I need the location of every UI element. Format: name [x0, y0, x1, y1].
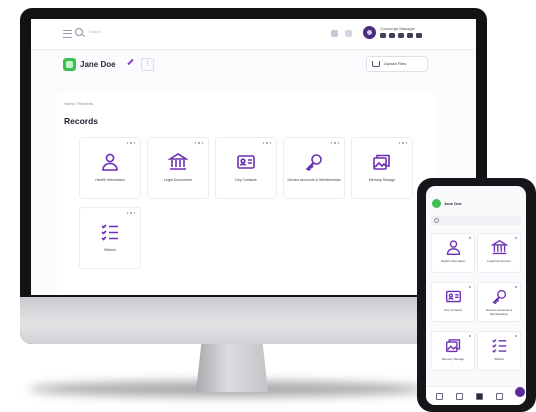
tile-key-contacts[interactable]: Key Contacts: [215, 137, 277, 199]
phone-bottom-nav: [426, 386, 526, 405]
phone-tile-legal-documents[interactable]: Legal Documents: [477, 233, 521, 273]
user-badge-icon: [63, 58, 76, 71]
nav-tasks-icon[interactable]: [496, 393, 503, 400]
bank-icon: [491, 239, 508, 255]
phone-fab-button[interactable]: [515, 387, 525, 397]
chat-icon[interactable]: [407, 33, 413, 38]
tile-menu-icon[interactable]: [469, 335, 471, 337]
user-quick-icons: [380, 33, 432, 39]
breadcrumb[interactable]: Home / Records: [64, 101, 93, 106]
user-badge-icon: [432, 199, 441, 208]
tile-menu-icon[interactable]: [263, 142, 271, 145]
search-input[interactable]: Search: [89, 29, 102, 34]
phone-screen: Jane Doe Health Information Legal Docume…: [426, 186, 526, 405]
tile-menu-icon[interactable]: [469, 237, 471, 239]
search-icon[interactable]: [75, 28, 83, 36]
phone-icon[interactable]: [380, 33, 386, 38]
desktop-screen: Search Concierge Manager Jane Doe ⋮ Uplo…: [31, 19, 476, 295]
tile-wishes[interactable]: Wishes: [79, 207, 141, 269]
mail-icon[interactable]: [389, 33, 395, 38]
phone-tile-wishes[interactable]: Wishes: [477, 331, 521, 371]
tile-menu-icon[interactable]: [515, 286, 517, 288]
tile-label: Memory Storage: [368, 178, 396, 182]
tile-menu-icon[interactable]: [195, 142, 203, 145]
tile-label: Health Information: [440, 259, 466, 263]
tile-menu-icon[interactable]: [399, 142, 407, 145]
photos-icon: [373, 154, 390, 170]
edit-icon[interactable]: [127, 58, 134, 66]
nav-records-icon[interactable]: [456, 393, 463, 400]
tile-label: Key Contacts: [235, 178, 257, 182]
tile-menu-icon[interactable]: [515, 335, 517, 337]
phone-tile-key-contacts[interactable]: Key Contacts: [431, 282, 475, 322]
tile-menu-icon[interactable]: [515, 237, 517, 239]
notifications-icon[interactable]: [345, 30, 352, 37]
phone-tile-service-accounts[interactable]: Service Accounts & Memberships: [477, 282, 521, 322]
tile-menu-icon[interactable]: [127, 142, 135, 145]
top-bar: Search Concierge Manager: [31, 19, 476, 50]
records-panel: Home / Records Records Health Informatio…: [57, 93, 436, 295]
contact-card-icon: [446, 290, 461, 303]
search-icon: [434, 218, 439, 223]
tile-label: Memory Storage: [441, 357, 465, 361]
nav-home-icon[interactable]: [436, 393, 443, 400]
page-header: Jane Doe ⋮ Upload Files: [31, 51, 476, 81]
tile-label: Health Information: [95, 178, 125, 182]
checklist-icon: [492, 339, 507, 353]
tile-label: Service Accounts & Memberships: [287, 178, 341, 182]
tile-memory-storage[interactable]: Memory Storage: [351, 137, 413, 199]
nav-storage-icon[interactable]: [476, 393, 483, 400]
page-title: Jane Doe: [80, 60, 116, 69]
bank-icon: [168, 153, 188, 170]
section-title: Records: [64, 116, 99, 126]
bell-icon[interactable]: [416, 33, 422, 38]
upload-files-button[interactable]: Upload Files: [366, 56, 428, 72]
tile-label: Wishes: [104, 248, 116, 252]
phone-search-input[interactable]: [431, 216, 521, 225]
person-icon: [102, 153, 118, 171]
phone-page-title: Jane Doe: [444, 201, 462, 206]
tile-menu-icon[interactable]: [469, 286, 471, 288]
more-options-button[interactable]: ⋮: [141, 58, 154, 71]
user-display-name: Concierge Manager: [380, 26, 416, 31]
checklist-icon: [101, 224, 118, 241]
tile-label: Wishes: [494, 357, 504, 361]
settings-icon[interactable]: [331, 30, 338, 37]
tile-label: Legal Documents: [164, 178, 192, 182]
phone-tile-health-information[interactable]: Health Information: [431, 233, 475, 273]
menu-icon[interactable]: [63, 30, 72, 38]
calendar-icon[interactable]: [398, 33, 404, 38]
tile-label: Legal Documents: [487, 259, 511, 263]
tile-label: Service Accounts & Memberships: [486, 308, 512, 316]
contact-card-icon: [237, 155, 255, 169]
key-icon: [492, 289, 507, 305]
upload-files-label: Upload Files: [384, 61, 407, 66]
avatar[interactable]: [363, 26, 376, 39]
tile-service-accounts[interactable]: Service Accounts & Memberships: [283, 137, 345, 199]
tile-label: Key Contacts: [444, 308, 462, 312]
upload-icon: [372, 61, 380, 67]
tile-health-information[interactable]: Health Information: [79, 137, 141, 199]
tile-menu-icon[interactable]: [331, 142, 339, 145]
tile-legal-documents[interactable]: Legal Documents: [147, 137, 209, 199]
photos-icon: [446, 339, 461, 353]
key-icon: [305, 154, 322, 171]
person-icon: [446, 240, 461, 255]
tile-menu-icon[interactable]: [127, 212, 135, 215]
phone-tile-memory-storage[interactable]: Memory Storage: [431, 331, 475, 371]
